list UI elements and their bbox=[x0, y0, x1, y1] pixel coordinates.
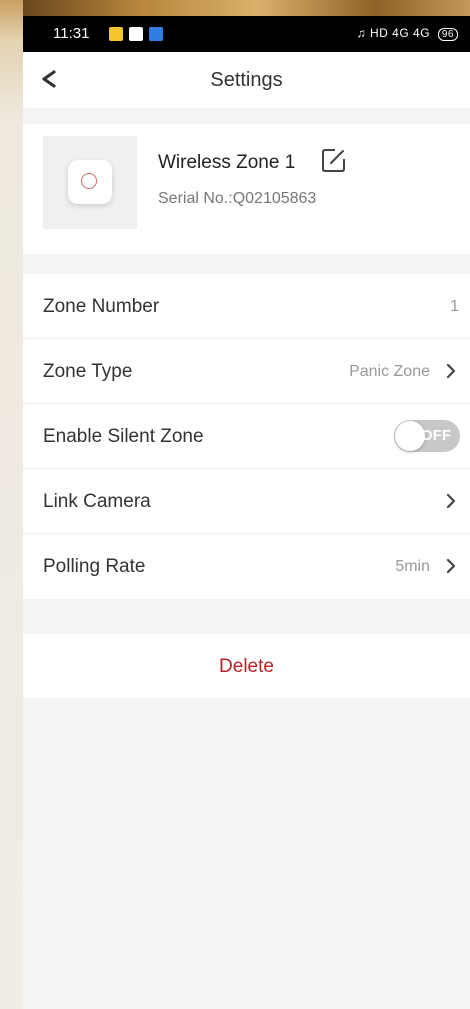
mute-icon: ♫ bbox=[356, 26, 367, 40]
polling-rate-label: Polling Rate bbox=[43, 556, 146, 577]
zone-type-row[interactable]: Zone Type Panic Zone bbox=[23, 339, 470, 404]
device-name: Wireless Zone 1 bbox=[158, 152, 296, 173]
polling-rate-value: 5min bbox=[395, 558, 430, 575]
notification-app-icon bbox=[129, 27, 143, 41]
zone-number-value: 1 bbox=[450, 298, 459, 315]
link-camera-row[interactable]: Link Camera bbox=[23, 469, 470, 534]
zone-type-label: Zone Type bbox=[43, 361, 133, 382]
device-panic-button-illustration bbox=[68, 160, 112, 204]
link-camera-label: Link Camera bbox=[43, 491, 151, 512]
silent-zone-row: Enable Silent Zone OFF bbox=[23, 404, 470, 469]
edit-name-button[interactable] bbox=[320, 146, 348, 174]
background-photo-top bbox=[0, 0, 470, 16]
edit-icon bbox=[322, 149, 345, 172]
status-bar: 11:31 ♫ HD 4G 4G 96 bbox=[23, 16, 470, 52]
battery-icon: 96 bbox=[437, 28, 458, 41]
page-title: Settings bbox=[210, 69, 283, 91]
device-image bbox=[43, 136, 137, 229]
chevron-right-icon bbox=[446, 363, 456, 379]
background-photo-left bbox=[0, 0, 23, 1009]
zone-number-label: Zone Number bbox=[43, 296, 160, 317]
zone-type-value: Panic Zone bbox=[349, 363, 430, 380]
device-card: Wireless Zone 1 Serial No.:Q02105863 bbox=[23, 124, 470, 254]
navigation-bar: Settings bbox=[23, 52, 470, 108]
status-indicators: ♫ HD 4G 4G 96 bbox=[357, 26, 458, 41]
device-serial: Serial No.:Q02105863 bbox=[158, 190, 317, 207]
device-button-dot bbox=[81, 173, 97, 189]
toggle-state-text: OFF bbox=[421, 427, 451, 444]
zone-number-row: Zone Number 1 bbox=[23, 274, 470, 339]
delete-button[interactable]: Delete bbox=[23, 634, 470, 698]
chevron-right-icon bbox=[446, 493, 456, 509]
chevron-right-icon bbox=[446, 558, 456, 574]
signal-indicators: HD 4G 4G bbox=[370, 26, 431, 40]
notification-app-icon bbox=[149, 27, 163, 41]
silent-zone-toggle[interactable]: OFF bbox=[394, 420, 460, 452]
delete-label: Delete bbox=[219, 656, 274, 677]
settings-list: Zone Number 1 Zone Type Panic Zone Enabl… bbox=[23, 274, 470, 599]
notification-app-icon bbox=[109, 27, 123, 41]
polling-rate-row[interactable]: Polling Rate 5min bbox=[23, 534, 470, 599]
status-time: 11:31 bbox=[53, 25, 90, 42]
silent-zone-label: Enable Silent Zone bbox=[43, 426, 204, 447]
phone-screen: 11:31 ♫ HD 4G 4G 96 Settings Wireless Zo… bbox=[23, 16, 470, 1009]
